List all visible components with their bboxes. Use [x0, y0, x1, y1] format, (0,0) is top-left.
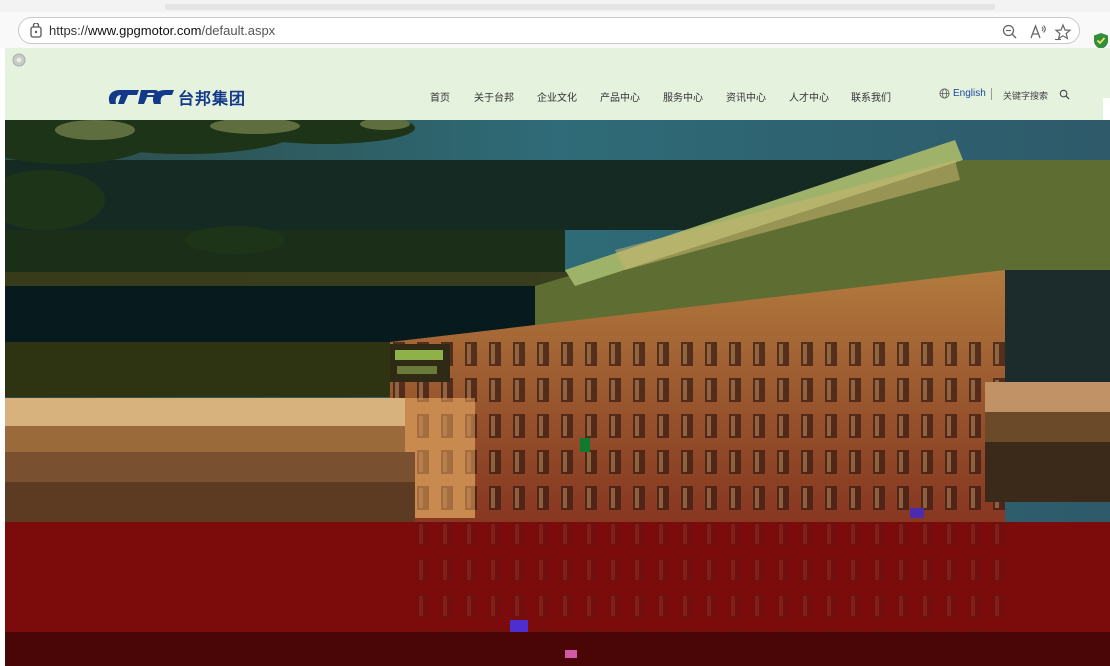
- nav-products[interactable]: 产品中心: [600, 89, 640, 104]
- zoom-icon[interactable]: [1001, 23, 1019, 41]
- url-text[interactable]: https://www.gpgmotor.com/default.aspx: [49, 23, 275, 38]
- nav-culture[interactable]: 企业文化: [537, 89, 577, 104]
- nav-home[interactable]: 首页: [430, 89, 450, 104]
- nav-careers[interactable]: 人才中心: [789, 89, 829, 104]
- favorite-star-icon[interactable]: [1054, 23, 1072, 41]
- hero-banner-image: [5, 120, 1110, 666]
- site-header: 台邦集团 首页 关于台邦 企业文化 产品中心 服务中心 资讯中心 人才中心 联系…: [5, 72, 1110, 120]
- read-aloud-icon[interactable]: [1029, 23, 1047, 41]
- site-logo[interactable]: 台邦集团: [108, 84, 246, 110]
- nav-service[interactable]: 服务中心: [663, 89, 703, 104]
- nav-news[interactable]: 资讯中心: [726, 89, 766, 104]
- globe-icon: [939, 88, 950, 99]
- page-info-icon[interactable]: [28, 23, 44, 39]
- browser-toolbar: https://www.gpgmotor.com/default.aspx: [0, 12, 1110, 49]
- nav-about[interactable]: 关于台邦: [474, 89, 514, 104]
- address-bar[interactable]: https://www.gpgmotor.com/default.aspx: [18, 17, 1080, 44]
- language-switch[interactable]: English: [939, 88, 986, 99]
- keyword-search-label[interactable]: 关键字搜索: [1003, 89, 1048, 102]
- logo-text: 台邦集团: [178, 89, 247, 108]
- language-label: English: [953, 88, 986, 99]
- search-icon[interactable]: [1059, 89, 1070, 100]
- top-info-bar: [5, 48, 1110, 72]
- nav-contact[interactable]: 联系我们: [851, 89, 891, 104]
- web-page: 台邦集团 首页 关于台邦 企业文化 产品中心 服务中心 资讯中心 人才中心 联系…: [5, 48, 1110, 666]
- header-divider: [991, 88, 992, 100]
- url-path: /default.aspx: [201, 23, 276, 38]
- hero-building-photo: [5, 120, 1110, 666]
- browser-tab-strip: [0, 0, 1110, 12]
- page-scrollbar[interactable]: [1103, 98, 1110, 120]
- url-prefix: https://: [49, 23, 89, 38]
- url-host: www.gpgmotor.com: [88, 23, 202, 38]
- gear-icon[interactable]: [11, 52, 27, 68]
- tab-strip-line: [165, 4, 995, 10]
- gpg-logo-mark: [108, 90, 174, 104]
